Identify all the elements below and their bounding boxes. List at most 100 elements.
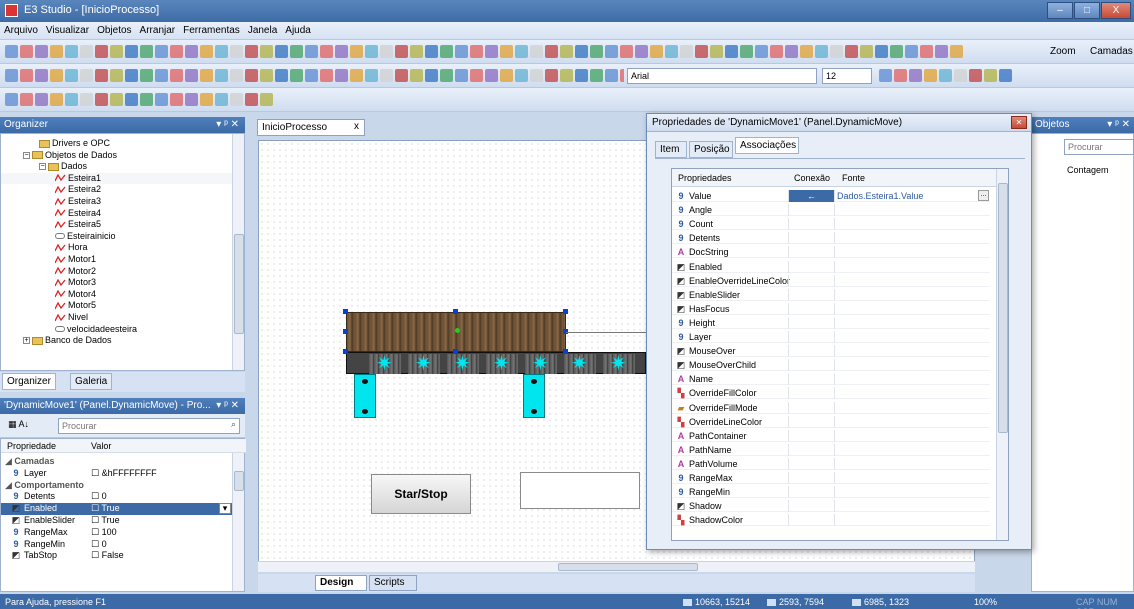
tree-item[interactable]: Esteira5 [1, 219, 244, 231]
source-cell[interactable] [834, 260, 990, 273]
toolbar-tool-icon[interactable] [170, 45, 183, 58]
doc-tab-close-icon[interactable]: x [354, 121, 359, 132]
source-cell[interactable] [834, 514, 990, 527]
tree-item[interactable]: Motor4 [1, 289, 244, 301]
source-cell[interactable] [834, 246, 990, 259]
toolbar-tool-icon[interactable] [830, 45, 843, 58]
toolbar-tool-icon[interactable] [155, 45, 168, 58]
toolbar-tool-icon[interactable] [875, 45, 888, 58]
source-cell[interactable] [834, 345, 990, 358]
tree-item[interactable]: Nivel [1, 312, 244, 324]
toolbar-tool-icon[interactable] [215, 45, 228, 58]
format-tool-icon[interactable] [125, 69, 138, 82]
format-tool-icon[interactable] [350, 69, 363, 82]
source-cell[interactable] [834, 302, 990, 315]
canvas-h-scroll-thumb[interactable] [558, 563, 698, 571]
resize-handle[interactable] [343, 349, 348, 354]
format-tool-icon[interactable] [305, 69, 318, 82]
source-cell[interactable] [834, 401, 990, 414]
drawing-tool-icon[interactable] [65, 93, 78, 106]
tree-item[interactable]: − Dados [1, 161, 244, 173]
menu-item-objetos[interactable]: Objetos [93, 22, 135, 39]
properties-close-icon[interactable]: ▾ ᵖ ✕ [216, 398, 239, 414]
canvas-h-scrollbar[interactable] [258, 561, 975, 572]
association-row[interactable]: ◩ Enabled [672, 260, 990, 273]
source-cell[interactable] [834, 387, 990, 400]
menu-item-ajuda[interactable]: Ajuda [281, 22, 315, 39]
toolbar-tool-icon[interactable] [365, 45, 378, 58]
toolbar-tool-icon[interactable] [905, 45, 918, 58]
format-tool-icon[interactable] [230, 69, 243, 82]
toolbar-tool-icon[interactable] [770, 45, 783, 58]
menu-item-arranjar[interactable]: Arranjar [136, 22, 180, 39]
connection-cell[interactable] [788, 500, 834, 513]
tree-item[interactable]: Motor1 [1, 254, 244, 266]
tree-item[interactable]: Esteira2 [1, 184, 244, 196]
drawing-tool-icon[interactable] [20, 93, 33, 106]
property-value-cell[interactable]: ☐ True [91, 503, 120, 515]
connection-cell[interactable] [788, 260, 834, 273]
format-tool-icon[interactable] [110, 69, 123, 82]
toolbar-tool-icon[interactable] [695, 45, 708, 58]
toolbar-tool-icon[interactable] [350, 45, 363, 58]
format-tool-icon[interactable] [200, 69, 213, 82]
drawing-tool-icon[interactable] [155, 93, 168, 106]
drawing-tool-icon[interactable] [5, 93, 18, 106]
association-row[interactable]: ◩ EnableOverrideLineColor [672, 274, 990, 287]
toolbar-tool-icon[interactable] [440, 45, 453, 58]
connection-cell[interactable] [788, 415, 834, 428]
text-style-icon[interactable] [924, 69, 937, 82]
association-row[interactable]: ◩ EnableSlider [672, 288, 990, 301]
toolbar-tool-icon[interactable] [230, 45, 243, 58]
format-tool-icon[interactable] [80, 69, 93, 82]
association-row[interactable]: ◩ HasFocus [672, 302, 990, 315]
font-name-select[interactable]: Arial [627, 68, 817, 84]
menu-item-arquivo[interactable]: Arquivo [0, 22, 42, 39]
tree-item[interactable]: Esteira1 [1, 172, 244, 185]
drawing-tool-icon[interactable] [230, 93, 243, 106]
toolbar-tool-icon[interactable] [665, 45, 678, 58]
toolbar-tool-icon[interactable] [110, 45, 123, 58]
toolbar-tool-icon[interactable] [455, 45, 468, 58]
tree-item[interactable]: − Objetos de Dados [1, 150, 244, 162]
toolbar-tool-icon[interactable] [815, 45, 828, 58]
association-row[interactable]: 9 RangeMax [672, 472, 990, 484]
tree-item[interactable]: Esteirainicio [1, 231, 244, 243]
text-style-icon[interactable] [939, 69, 952, 82]
format-tool-icon[interactable] [485, 69, 498, 82]
connection-cell[interactable] [788, 457, 834, 470]
connection-cell[interactable] [788, 401, 834, 414]
format-tool-icon[interactable] [530, 69, 543, 82]
drawing-tool-icon[interactable] [170, 93, 183, 106]
text-style-icon[interactable] [954, 69, 967, 82]
format-tool-icon[interactable] [290, 69, 303, 82]
format-tool-icon[interactable] [440, 69, 453, 82]
format-tool-icon[interactable] [140, 69, 153, 82]
connection-cell[interactable] [788, 274, 834, 287]
selection-center-handle[interactable] [455, 328, 460, 333]
toolbar-tool-icon[interactable] [305, 45, 318, 58]
connection-cell[interactable] [788, 472, 834, 484]
association-row[interactable]: 9 Count [672, 218, 990, 231]
association-row[interactable]: 9 Height [672, 316, 990, 329]
association-row[interactable]: ▚ ShadowColor [672, 514, 990, 527]
source-cell[interactable] [834, 457, 990, 470]
resize-handle[interactable] [343, 329, 348, 334]
display-textbox[interactable] [520, 472, 640, 509]
toolbar-tool-icon[interactable] [140, 45, 153, 58]
format-tool-icon[interactable] [5, 69, 18, 82]
wood-plank[interactable] [346, 312, 566, 352]
association-row[interactable]: A PathContainer [672, 429, 990, 442]
toolbar-tool-icon[interactable] [680, 45, 693, 58]
drawing-tool-icon[interactable] [215, 93, 228, 106]
source-cell[interactable] [834, 288, 990, 301]
toolbar-tool-icon[interactable] [740, 45, 753, 58]
format-tool-icon[interactable] [50, 69, 63, 82]
association-row[interactable]: ▰ OverrideFillMode [672, 401, 990, 414]
association-row[interactable]: 9 RangeMin [672, 486, 990, 499]
toolbar-tool-icon[interactable] [125, 45, 138, 58]
tree-item[interactable]: Drivers e OPC [1, 138, 244, 150]
objetos-search-input[interactable]: Procurar [1064, 139, 1134, 155]
toolbar-tool-icon[interactable] [425, 45, 438, 58]
drawing-tool-icon[interactable] [185, 93, 198, 106]
